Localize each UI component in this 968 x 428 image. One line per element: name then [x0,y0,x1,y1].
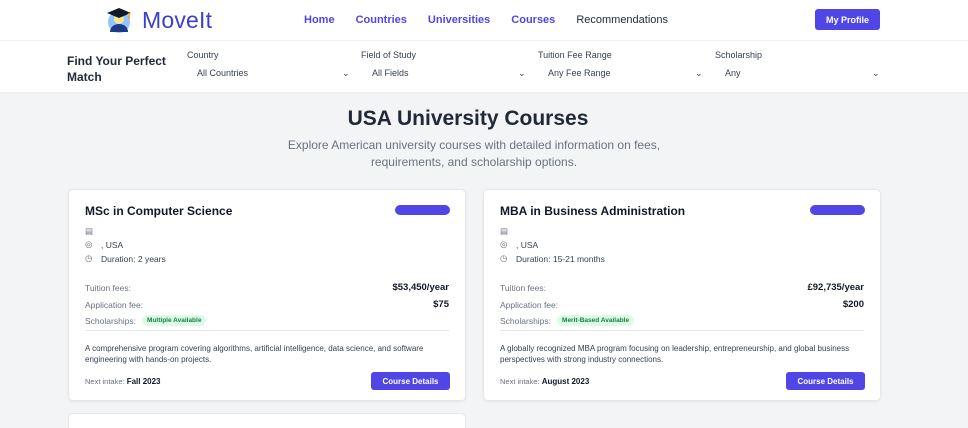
nav-link-home[interactable]: Home [304,14,335,26]
next-intake: Next intake: August 2023 [500,377,589,386]
nav-link-courses[interactable]: Courses [511,14,555,26]
field-filter[interactable]: Field of Study All Fields ⌄ [361,50,526,78]
next-intake-label: Next intake: [500,377,540,386]
chevron-down-icon[interactable]: ⌄ [342,68,350,79]
clock-icon: ◷ [500,253,508,263]
next-intake-label: Next intake: [85,377,125,386]
page-title: USA University Courses [347,107,589,130]
next-intake: Next intake: Fall 2023 [85,377,161,386]
course-location: , USA [516,239,539,250]
scholarship-badge: Merit-Based Available [557,315,635,326]
filter-title: Find Your Perfect Match [67,54,166,84]
tuition-filter[interactable]: Tuition Fee Range Any Fee Range ⌄ [538,50,703,78]
location-row: ◎ , USA [85,239,123,250]
application-fee-label: Application fee: [500,299,559,310]
building-icon: ▤ [85,226,94,236]
scholarship-row: Scholarships: Multiple Available [85,315,449,326]
tuition-select[interactable]: Any Fee Range [548,68,611,78]
tuition-label: Tuition fees: [85,282,131,293]
course-title: MBA in Business Administration [500,204,686,218]
course-card-partial [68,413,466,428]
location-pin-icon: ◎ [500,239,508,249]
page-subtitle: Explore American university courses with… [287,138,661,169]
course-duration: Duration: 2 years [101,253,166,264]
nav-link-universities[interactable]: Universities [428,14,490,26]
course-description: A comprehensive program covering algorit… [85,344,424,364]
tuition-filter-label: Tuition Fee Range [538,50,612,60]
scholarship-label: Scholarships: [85,315,137,326]
scholarship-row: Scholarships: Merit-Based Available [500,315,864,326]
country-select[interactable]: All Countries [197,68,248,78]
application-fee-row: Application fee: $200 [500,299,864,310]
scholarship-select[interactable]: Any [725,68,741,78]
my-profile-button[interactable]: My Profile [815,9,880,30]
duration-row: ◷ Duration: 2 years [85,253,166,264]
nav-links: Home Countries Universities Courses Reco… [304,14,689,26]
course-card: MBA in Business Administration ▤ ◎ , USA… [483,189,881,401]
next-intake-value: August 2023 [541,377,590,386]
tuition-value: $53,450/year [392,282,449,293]
course-location: , USA [101,239,124,250]
chevron-down-icon[interactable]: ⌄ [872,68,880,79]
university-row: ▤ [85,226,101,237]
logo[interactable]: MoveIt [104,5,212,35]
field-select[interactable]: All Fields [372,68,409,78]
university-badge [810,205,865,215]
scholarship-badge: Multiple Available [142,315,207,326]
university-badge [395,205,450,215]
clock-icon: ◷ [85,253,93,263]
divider [500,330,864,331]
scholarship-label: Scholarships: [500,315,552,326]
course-details-button[interactable]: Course Details [786,372,865,390]
country-filter-label: Country [187,50,219,60]
location-pin-icon: ◎ [85,239,93,249]
country-filter[interactable]: Country All Countries ⌄ [187,50,350,78]
graduation-cap-icon [107,8,131,33]
filter-bar: Find Your Perfect Match Country All Coun… [0,40,968,92]
tuition-label: Tuition fees: [500,282,546,293]
scholarship-filter[interactable]: Scholarship Any ⌄ [715,50,880,78]
field-filter-label: Field of Study [361,50,417,60]
logo-text: MoveIt [142,6,213,33]
application-fee-label: Application fee: [85,299,144,310]
application-fee-value: $200 [842,299,864,310]
course-card: MSc in Computer Science ▤ ◎ , USA ◷ Dura… [68,189,466,401]
course-description: A globally recognized MBA program focusi… [500,344,850,364]
nav-link-countries[interactable]: Countries [356,14,407,26]
application-fee-row: Application fee: $75 [85,299,449,310]
building-icon: ▤ [500,226,509,236]
tuition-row: Tuition fees: £92,735/year [500,282,864,293]
location-row: ◎ , USA [500,239,538,250]
chevron-down-icon[interactable]: ⌄ [695,68,703,79]
divider [85,330,449,331]
course-details-button[interactable]: Course Details [371,372,450,390]
chevron-down-icon[interactable]: ⌄ [518,68,526,79]
university-row: ▤ [500,226,516,237]
nav-link-recommendations[interactable]: Recommendations [576,14,668,26]
course-title: MSc in Computer Science [85,204,233,218]
course-duration: Duration: 15-21 months [516,253,605,264]
top-navbar: MoveIt Home Countries Universities Cours… [0,0,968,40]
duration-row: ◷ Duration: 15-21 months [500,253,605,264]
tuition-value: £92,735/year [807,282,864,293]
tuition-row: Tuition fees: $53,450/year [85,282,449,293]
scholarship-filter-label: Scholarship [715,50,763,60]
application-fee-value: $75 [433,299,449,310]
next-intake-value: Fall 2023 [126,377,161,386]
